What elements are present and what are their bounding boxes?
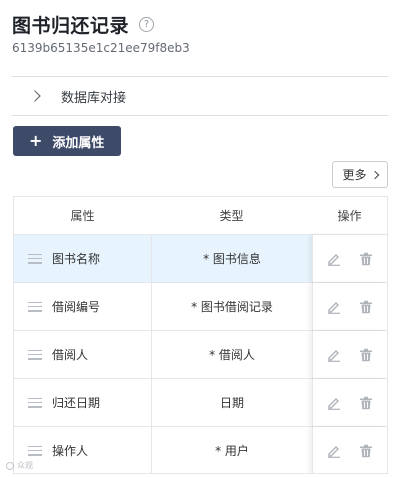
row-actions bbox=[312, 427, 387, 473]
table-row[interactable]: 归还日期 日期 bbox=[14, 379, 387, 427]
database-connect-collapse[interactable]: 数据库对接 bbox=[12, 78, 388, 114]
row-attr: 归还日期 bbox=[52, 396, 101, 410]
drag-handle-icon[interactable] bbox=[28, 301, 42, 312]
drag-handle-icon[interactable] bbox=[28, 253, 42, 264]
row-type: * 用户 bbox=[151, 427, 312, 473]
collapse-label: 数据库对接 bbox=[61, 90, 127, 106]
watermark-text: 众观 bbox=[17, 461, 33, 470]
row-attr: 操作人 bbox=[52, 444, 89, 458]
trash-icon[interactable] bbox=[358, 299, 374, 315]
table-row[interactable]: 借阅编号 * 图书借阅记录 bbox=[14, 283, 387, 331]
edit-pencil-icon[interactable] bbox=[326, 395, 342, 411]
row-attr: 图书名称 bbox=[52, 252, 101, 266]
row-attr: 借阅人 bbox=[52, 348, 89, 362]
header-attr: 属性 bbox=[70, 209, 95, 223]
header-type: 类型 bbox=[219, 209, 244, 223]
row-type: * 图书借阅记录 bbox=[151, 283, 312, 330]
trash-icon[interactable] bbox=[358, 347, 374, 363]
edit-pencil-icon[interactable] bbox=[326, 443, 342, 459]
table-header: 属性 类型 操作 bbox=[14, 197, 387, 235]
table-row[interactable]: 图书名称 * 图书信息 bbox=[14, 235, 387, 283]
page-header: 图书归还记录 ? bbox=[12, 10, 392, 38]
drag-handle-icon[interactable] bbox=[28, 349, 42, 360]
row-type: * 借阅人 bbox=[151, 331, 312, 378]
help-circle-icon[interactable]: ? bbox=[139, 16, 155, 32]
row-actions bbox=[312, 235, 387, 282]
chevron-right-icon bbox=[370, 170, 379, 179]
edit-pencil-icon[interactable] bbox=[326, 299, 342, 315]
table-row[interactable]: 借阅人 * 借阅人 bbox=[14, 331, 387, 379]
more-button[interactable]: 更多 bbox=[332, 161, 388, 188]
header-ops: 操作 bbox=[337, 209, 362, 223]
attribute-table: 属性 类型 操作 图书名称 * 图书信息 借阅编号 * 图书借阅记录 借阅人 *… bbox=[13, 196, 388, 474]
divider-bottom bbox=[12, 115, 388, 116]
watermark-logo-icon bbox=[6, 461, 14, 470]
add-attribute-button[interactable]: + 添加属性 bbox=[13, 126, 121, 156]
row-actions bbox=[312, 379, 387, 426]
row-actions bbox=[312, 331, 387, 378]
record-id: 6139b65135e1c21ee79f8eb3 bbox=[12, 41, 190, 55]
table-row[interactable]: 操作人 * 用户 bbox=[14, 427, 387, 473]
add-attribute-label: 添加属性 bbox=[52, 135, 105, 151]
trash-icon[interactable] bbox=[358, 443, 374, 459]
plus-icon: + bbox=[29, 131, 43, 150]
trash-icon[interactable] bbox=[358, 251, 374, 267]
watermark: 众观 bbox=[6, 460, 33, 471]
chevron-right-icon bbox=[29, 90, 41, 102]
drag-handle-icon[interactable] bbox=[28, 445, 42, 456]
row-type: * 图书信息 bbox=[151, 235, 312, 282]
page-title: 图书归还记录 bbox=[12, 14, 130, 37]
divider-top bbox=[12, 76, 388, 77]
more-label: 更多 bbox=[342, 168, 367, 182]
row-type: 日期 bbox=[151, 379, 312, 426]
edit-pencil-icon[interactable] bbox=[326, 251, 342, 267]
row-actions bbox=[312, 283, 387, 330]
drag-handle-icon[interactable] bbox=[28, 397, 42, 408]
edit-pencil-icon[interactable] bbox=[326, 347, 342, 363]
trash-icon[interactable] bbox=[358, 395, 374, 411]
row-attr: 借阅编号 bbox=[52, 300, 101, 314]
